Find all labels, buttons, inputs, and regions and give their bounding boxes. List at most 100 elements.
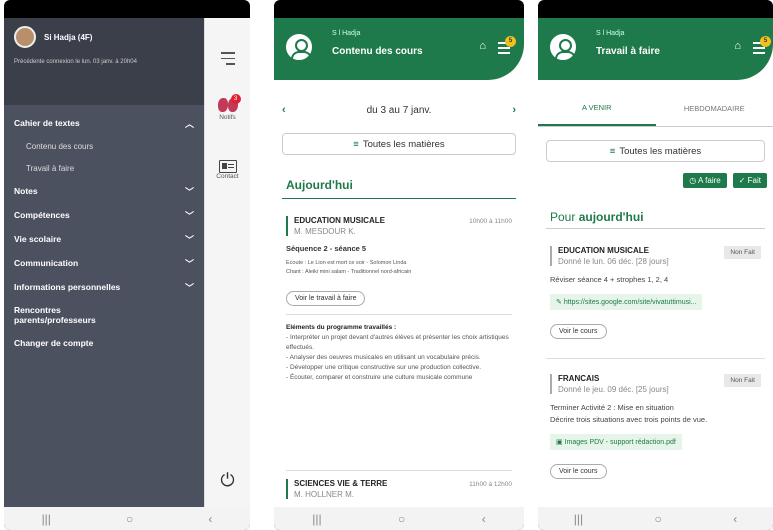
menu-rencontres[interactable]: Rencontres parents/professeurs (14, 299, 124, 331)
home-icon[interactable]: ⌂ (479, 40, 486, 52)
resource-link[interactable]: ✎ https://sites.google.com/site/vivatutt… (550, 294, 703, 310)
home-icon[interactable]: ⌂ (734, 40, 741, 52)
task-line: Décrire trois situations avec trois poin… (550, 415, 708, 424)
menu-notes[interactable]: Notes ﹀ (14, 179, 194, 203)
resource-file[interactable]: ▣ Images PDV - support rédaction.pdf (550, 434, 682, 450)
course-card: SCIENCES VIE & TERRE M. HOLLNER M. 11h00… (286, 470, 512, 499)
view-homework-button[interactable]: Voir le travail à faire (286, 291, 366, 306)
week-label: du 3 au 7 janv. (366, 104, 432, 116)
screen: Si Hadja (4F) Précédente connexion le lu… (4, 18, 250, 507)
sequence-title: Séquence 2 - séance 5 (286, 244, 367, 253)
section-title-prefix: Pour (550, 210, 579, 224)
menu-vie-scolaire[interactable]: Vie scolaire ﹀ (14, 227, 194, 251)
all-subjects-button[interactable]: ≡ Toutes les matières (546, 140, 765, 162)
task-line: Terminer Activité 2 : Mise en situation (550, 403, 674, 412)
recents-icon[interactable]: ||| (312, 512, 321, 526)
butterfly-icon: 3 (217, 94, 241, 114)
contact-card-icon (218, 160, 237, 173)
all-subjects-button[interactable]: ≡ Toutes les matières (282, 133, 516, 155)
android-navbar: ||| ○ ‹ (274, 507, 524, 530)
menu-label: Cahier de textes (14, 118, 80, 128)
menu-cahier-de-textes[interactable]: Cahier de textes ︿ (14, 111, 194, 135)
menu-communication[interactable]: Communication ﹀ (14, 251, 194, 275)
phone-menu: Si Hadja (4F) Précédente connexion le lu… (4, 0, 250, 530)
link-url: https://sites.google.com/site/vivatuttim… (563, 299, 697, 306)
home-icon[interactable]: ○ (398, 512, 405, 526)
homework-card: FRANCAIS Donné le jeu. 09 déc. [25 jours… (550, 374, 761, 479)
pdf-icon: ▣ (556, 439, 565, 446)
chevron-down-icon: ﹀ (184, 234, 194, 245)
week-navigator: ‹ du 3 au 7 janv. › (282, 104, 516, 116)
last-connection: Précédente connexion le lun. 03 janv. à … (14, 59, 137, 65)
divider (286, 314, 512, 315)
element-item: - Analyser des oeuvres musicales en util… (286, 354, 481, 361)
elements-title: Eléments du programme travaillés : (286, 324, 397, 331)
submenu-travail-a-faire[interactable]: Travail à faire (14, 157, 194, 179)
section-title: Aujourd'hui (286, 178, 353, 192)
notifs-button[interactable]: 3 Notifs (205, 94, 250, 121)
side-rail: 3 Notifs Contact ⏻ (204, 18, 250, 507)
teacher-name: M. HOLLNER M. (294, 490, 355, 499)
menu-label: Vie scolaire (14, 234, 62, 244)
submenu-contenu-des-cours[interactable]: Contenu des cours (14, 135, 194, 157)
menu-icon[interactable] (205, 52, 250, 65)
user-icon[interactable] (548, 32, 578, 62)
user-icon[interactable] (284, 32, 314, 62)
chevron-right-icon[interactable]: › (512, 104, 516, 116)
menu-label: Informations personnelles (14, 282, 121, 292)
tab-a-venir[interactable]: A VENIR (538, 90, 656, 126)
chevron-left-icon[interactable]: ‹ (282, 104, 286, 116)
power-icon[interactable]: ⏻ (205, 470, 250, 491)
menu-icon[interactable]: 5 (498, 36, 516, 57)
menu-label: Rencontres parents/professeurs (14, 305, 96, 325)
back-icon[interactable]: ‹ (208, 512, 212, 526)
recents-icon[interactable]: ||| (42, 512, 51, 526)
back-icon[interactable]: ‹ (482, 512, 486, 526)
filter-buttons: ◷ A faire ✓ Fait (683, 173, 767, 188)
course-line: Ecoute : Le Lion est mort ce soir - Solo… (286, 260, 407, 266)
chevron-down-icon: ﹀ (184, 282, 194, 293)
menu-competences[interactable]: Compétences ﹀ (14, 203, 194, 227)
screen: S l Hadja Contenu des cours ⌂ 5 ‹ du 3 a… (274, 18, 524, 507)
menu-informations-personnelles[interactable]: Informations personnelles ﹀ (14, 275, 194, 299)
divider (546, 228, 765, 229)
all-subjects-label: Toutes les matières (619, 145, 702, 157)
course-line: Chant : Aleiki mini salam - Traditionnel… (286, 269, 412, 275)
program-elements: Eléments du programme travaillés : - Int… (286, 323, 512, 383)
header: S l Hadja Contenu des cours ⌂ 5 (274, 18, 524, 88)
divider (546, 358, 765, 359)
tab-bar: A VENIR HEBDOMADAIRE (538, 90, 773, 126)
notification-badge: 5 (505, 36, 516, 47)
menu-label: Compétences (14, 210, 70, 220)
android-navbar: ||| ○ ‹ (538, 507, 773, 530)
menu-label: Communication (14, 258, 79, 268)
view-course-button[interactable]: Voir le cours (550, 324, 607, 339)
element-item: - Écouter, comparer et construire une cu… (286, 374, 473, 381)
menu-changer-de-compte[interactable]: Changer de compte (14, 331, 194, 355)
element-item: - Développer une critique constructive s… (286, 364, 482, 371)
notifs-badge: 3 (230, 94, 241, 104)
avatar[interactable] (14, 26, 36, 48)
android-navbar: ||| ○ ‹ (4, 507, 250, 530)
view-course-button[interactable]: Voir le cours (550, 464, 607, 479)
tab-hebdomadaire[interactable]: HEBDOMADAIRE (656, 90, 773, 126)
header: S l Hadja Travail à faire ⌂ 5 (538, 18, 773, 88)
recents-icon[interactable]: ||| (574, 512, 583, 526)
navigation-drawer: Si Hadja (4F) Précédente connexion le lu… (4, 18, 204, 507)
contact-button[interactable]: Contact (205, 160, 250, 180)
filter-label: Fait (747, 176, 761, 185)
file-name: Images PDV - support rédaction.pdf (564, 439, 676, 446)
section-title: Pour aujourd'hui (550, 210, 644, 224)
home-icon[interactable]: ○ (126, 512, 133, 526)
homework-card: EDUCATION MUSICALE Donné le lun. 06 déc.… (550, 246, 761, 339)
filter-fait[interactable]: ✓ Fait (732, 173, 767, 188)
chevron-up-icon: ︿ (184, 118, 194, 129)
notification-badge: 5 (760, 36, 771, 47)
page-title: Contenu des cours (332, 46, 423, 57)
chevron-down-icon: ﹀ (184, 186, 194, 197)
filter-a-faire[interactable]: ◷ A faire (683, 173, 727, 188)
drawer-header: Si Hadja (4F) Précédente connexion le lu… (4, 18, 204, 105)
back-icon[interactable]: ‹ (733, 512, 737, 526)
home-icon[interactable]: ○ (655, 512, 662, 526)
menu-icon[interactable]: 5 (753, 36, 771, 57)
